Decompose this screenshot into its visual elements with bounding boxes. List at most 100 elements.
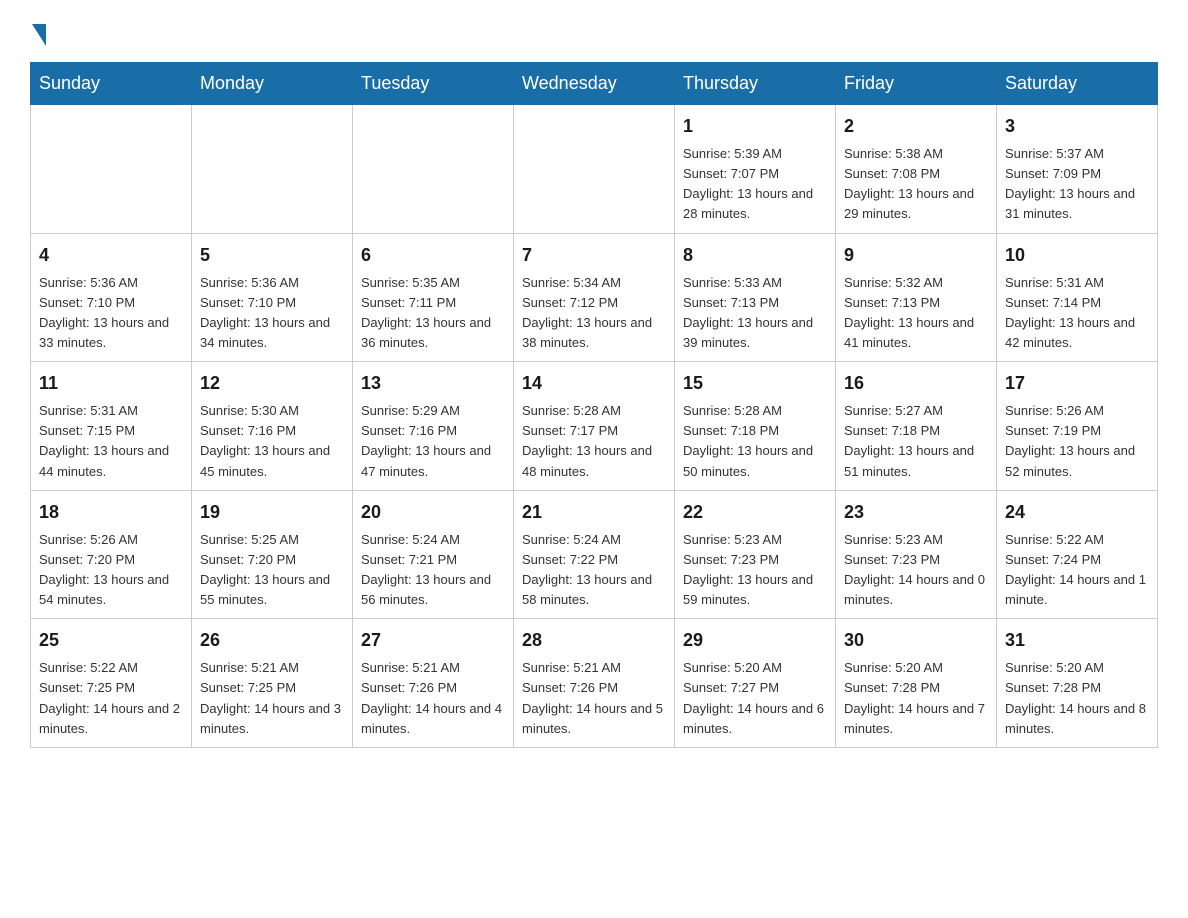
day-number: 10 [1005,242,1149,269]
day-number: 1 [683,113,827,140]
weekday-header-saturday: Saturday [997,63,1158,105]
calendar-week-5: 25 Sunrise: 5:22 AM Sunset: 7:25 PM Dayli… [31,619,1158,748]
day-number: 21 [522,499,666,526]
weekday-header-monday: Monday [192,63,353,105]
weekday-header-row: SundayMondayTuesdayWednesdayThursdayFrid… [31,63,1158,105]
day-number: 25 [39,627,183,654]
calendar-cell [31,105,192,234]
calendar-cell: 3 Sunrise: 5:37 AM Sunset: 7:09 PM Daylig… [997,105,1158,234]
calendar-cell: 17 Sunrise: 5:26 AM Sunset: 7:19 PM Dayli… [997,362,1158,491]
day-info: Sunrise: 5:22 AM Sunset: 7:25 PM Dayligh… [39,658,183,739]
day-info: Sunrise: 5:38 AM Sunset: 7:08 PM Dayligh… [844,144,988,225]
day-info: Sunrise: 5:31 AM Sunset: 7:14 PM Dayligh… [1005,273,1149,354]
calendar-cell: 30Sunrise: 5:20 AM Sunset: 7:28 PM Dayli… [836,619,997,748]
day-info: Sunrise: 5:34 AM Sunset: 7:12 PM Dayligh… [522,273,666,354]
day-number: 5 [200,242,344,269]
day-info: Sunrise: 5:28 AM Sunset: 7:18 PM Dayligh… [683,401,827,482]
calendar-cell: 29 Sunrise: 5:20 AM Sunset: 7:27 PM Dayli… [675,619,836,748]
calendar-cell: 6 Sunrise: 5:35 AM Sunset: 7:11 PM Daylig… [353,233,514,362]
calendar-cell: 16Sunrise: 5:27 AM Sunset: 7:18 PM Dayli… [836,362,997,491]
calendar-cell: 10 Sunrise: 5:31 AM Sunset: 7:14 PM Dayli… [997,233,1158,362]
day-number: 12 [200,370,344,397]
day-number: 15 [683,370,827,397]
day-number: 19 [200,499,344,526]
calendar-cell [192,105,353,234]
day-number: 13 [361,370,505,397]
calendar-cell [514,105,675,234]
day-info: Sunrise: 5:20 AM Sunset: 7:28 PM Dayligh… [1005,658,1149,739]
day-info: Sunrise: 5:21 AM Sunset: 7:26 PM Dayligh… [361,658,505,739]
day-info: Sunrise: 5:23 AM Sunset: 7:23 PM Dayligh… [683,530,827,611]
calendar-cell: 4 Sunrise: 5:36 AM Sunset: 7:10 PM Daylig… [31,233,192,362]
day-number: 11 [39,370,183,397]
day-info: Sunrise: 5:26 AM Sunset: 7:20 PM Dayligh… [39,530,183,611]
day-info: Sunrise: 5:36 AM Sunset: 7:10 PM Dayligh… [39,273,183,354]
calendar-cell: 2 Sunrise: 5:38 AM Sunset: 7:08 PM Daylig… [836,105,997,234]
day-number: 7 [522,242,666,269]
day-info: Sunrise: 5:21 AM Sunset: 7:25 PM Dayligh… [200,658,344,739]
calendar-table: SundayMondayTuesdayWednesdayThursdayFrid… [30,62,1158,748]
calendar-cell: 7 Sunrise: 5:34 AM Sunset: 7:12 PM Daylig… [514,233,675,362]
day-info: Sunrise: 5:39 AM Sunset: 7:07 PM Dayligh… [683,144,827,225]
weekday-header-sunday: Sunday [31,63,192,105]
calendar-cell: 11 Sunrise: 5:31 AM Sunset: 7:15 PM Dayli… [31,362,192,491]
calendar-cell: 21 Sunrise: 5:24 AM Sunset: 7:22 PM Dayli… [514,490,675,619]
calendar-cell: 31 Sunrise: 5:20 AM Sunset: 7:28 PM Dayli… [997,619,1158,748]
logo-triangle-icon [32,24,46,46]
day-info: Sunrise: 5:21 AM Sunset: 7:26 PM Dayligh… [522,658,666,739]
day-info: Sunrise: 5:25 AM Sunset: 7:20 PM Dayligh… [200,530,344,611]
calendar-cell: 28Sunrise: 5:21 AM Sunset: 7:26 PM Dayli… [514,619,675,748]
calendar-week-4: 18 Sunrise: 5:26 AM Sunset: 7:20 PM Dayli… [31,490,1158,619]
day-number: 17 [1005,370,1149,397]
calendar-cell: 8 Sunrise: 5:33 AM Sunset: 7:13 PM Daylig… [675,233,836,362]
calendar-cell: 15 Sunrise: 5:28 AM Sunset: 7:18 PM Dayli… [675,362,836,491]
logo [30,20,48,42]
day-number: 20 [361,499,505,526]
calendar-cell: 25 Sunrise: 5:22 AM Sunset: 7:25 PM Dayli… [31,619,192,748]
day-number: 23 [844,499,988,526]
day-info: Sunrise: 5:28 AM Sunset: 7:17 PM Dayligh… [522,401,666,482]
calendar-body: 1 Sunrise: 5:39 AM Sunset: 7:07 PM Daylig… [31,105,1158,748]
day-info: Sunrise: 5:35 AM Sunset: 7:11 PM Dayligh… [361,273,505,354]
calendar-cell: 12Sunrise: 5:30 AM Sunset: 7:16 PM Dayli… [192,362,353,491]
day-info: Sunrise: 5:37 AM Sunset: 7:09 PM Dayligh… [1005,144,1149,225]
weekday-header-tuesday: Tuesday [353,63,514,105]
calendar-cell: 20 Sunrise: 5:24 AM Sunset: 7:21 PM Dayli… [353,490,514,619]
day-info: Sunrise: 5:33 AM Sunset: 7:13 PM Dayligh… [683,273,827,354]
day-info: Sunrise: 5:20 AM Sunset: 7:27 PM Dayligh… [683,658,827,739]
day-info: Sunrise: 5:24 AM Sunset: 7:22 PM Dayligh… [522,530,666,611]
calendar-cell [353,105,514,234]
calendar-week-3: 11 Sunrise: 5:31 AM Sunset: 7:15 PM Dayli… [31,362,1158,491]
day-number: 8 [683,242,827,269]
day-number: 29 [683,627,827,654]
calendar-cell: 9 Sunrise: 5:32 AM Sunset: 7:13 PM Daylig… [836,233,997,362]
calendar-cell: 18 Sunrise: 5:26 AM Sunset: 7:20 PM Dayli… [31,490,192,619]
day-number: 31 [1005,627,1149,654]
day-info: Sunrise: 5:29 AM Sunset: 7:16 PM Dayligh… [361,401,505,482]
day-info: Sunrise: 5:24 AM Sunset: 7:21 PM Dayligh… [361,530,505,611]
day-number: 27 [361,627,505,654]
calendar-cell: 5Sunrise: 5:36 AM Sunset: 7:10 PM Daylig… [192,233,353,362]
calendar-cell: 27 Sunrise: 5:21 AM Sunset: 7:26 PM Dayli… [353,619,514,748]
day-info: Sunrise: 5:31 AM Sunset: 7:15 PM Dayligh… [39,401,183,482]
weekday-header-wednesday: Wednesday [514,63,675,105]
day-number: 4 [39,242,183,269]
calendar-cell: 1 Sunrise: 5:39 AM Sunset: 7:07 PM Daylig… [675,105,836,234]
day-info: Sunrise: 5:32 AM Sunset: 7:13 PM Dayligh… [844,273,988,354]
calendar-cell: 14 Sunrise: 5:28 AM Sunset: 7:17 PM Dayli… [514,362,675,491]
calendar-week-1: 1 Sunrise: 5:39 AM Sunset: 7:07 PM Daylig… [31,105,1158,234]
day-number: 18 [39,499,183,526]
day-number: 14 [522,370,666,397]
calendar-cell: 24Sunrise: 5:22 AM Sunset: 7:24 PM Dayli… [997,490,1158,619]
day-number: 3 [1005,113,1149,140]
day-number: 2 [844,113,988,140]
day-info: Sunrise: 5:23 AM Sunset: 7:23 PM Dayligh… [844,530,988,611]
weekday-header-friday: Friday [836,63,997,105]
day-info: Sunrise: 5:26 AM Sunset: 7:19 PM Dayligh… [1005,401,1149,482]
calendar-cell: 19 Sunrise: 5:25 AM Sunset: 7:20 PM Dayli… [192,490,353,619]
day-number: 26 [200,627,344,654]
weekday-header-thursday: Thursday [675,63,836,105]
day-number: 9 [844,242,988,269]
day-info: Sunrise: 5:20 AM Sunset: 7:28 PM Dayligh… [844,658,988,739]
day-number: 6 [361,242,505,269]
